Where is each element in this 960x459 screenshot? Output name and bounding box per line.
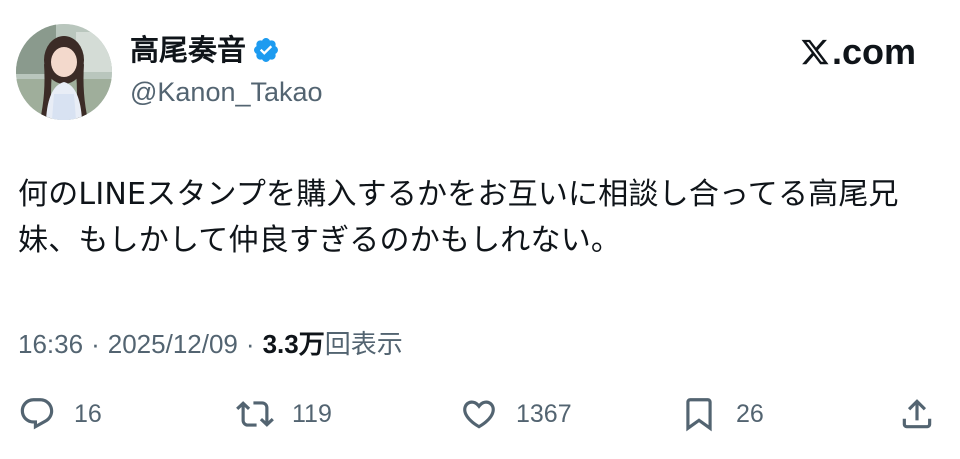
reply-count: 16 <box>74 399 102 428</box>
tweet-text: 何のLINEスタンプを購入するかをお互いに相談し合ってる高尾兄妹、もしかして仲良… <box>18 177 899 258</box>
heart-icon <box>463 400 495 429</box>
repost-icon <box>236 401 274 427</box>
tweet-date[interactable]: 2025/12/09 <box>108 326 238 362</box>
repost-button[interactable]: 119 <box>236 392 332 436</box>
author-display-name[interactable]: 高尾奏音 <box>130 32 246 68</box>
profile-photo-icon <box>16 24 112 120</box>
author-name-row: 高尾奏音 <box>130 32 280 68</box>
tweet-time[interactable]: 16:36 <box>18 326 83 362</box>
views-count: 3.3万 <box>262 329 325 359</box>
like-count: 1367 <box>516 399 572 428</box>
meta-separator: · <box>91 329 100 359</box>
share-icon <box>902 399 932 429</box>
avatar[interactable] <box>16 24 112 120</box>
like-button[interactable]: 1367 <box>460 392 572 436</box>
bookmark-icon <box>686 398 712 432</box>
tweet-meta: 16:36 · 2025/12/09 · 3.3万 回表示 <box>18 326 403 362</box>
bookmark-button[interactable]: 26 <box>680 392 764 436</box>
brand-logo: .com <box>800 30 916 74</box>
bookmark-count: 26 <box>736 399 764 428</box>
x-logo-icon <box>801 39 829 65</box>
meta-separator: · <box>245 329 255 359</box>
reply-icon <box>20 398 54 430</box>
views-label: 回表示 <box>324 329 403 359</box>
action-bar: 16 119 1367 26 <box>0 392 960 436</box>
share-button[interactable] <box>898 392 936 436</box>
brand-domain: .com <box>831 31 916 72</box>
verified-badge-icon <box>252 36 280 64</box>
reply-button[interactable]: 16 <box>18 392 102 436</box>
tweet-card: 高尾奏音 @Kanon_Takao .com 何のLINEスタンプを購入するかを… <box>0 0 960 459</box>
repost-count: 119 <box>292 399 332 428</box>
author-handle[interactable]: @Kanon_Takao <box>130 74 323 110</box>
